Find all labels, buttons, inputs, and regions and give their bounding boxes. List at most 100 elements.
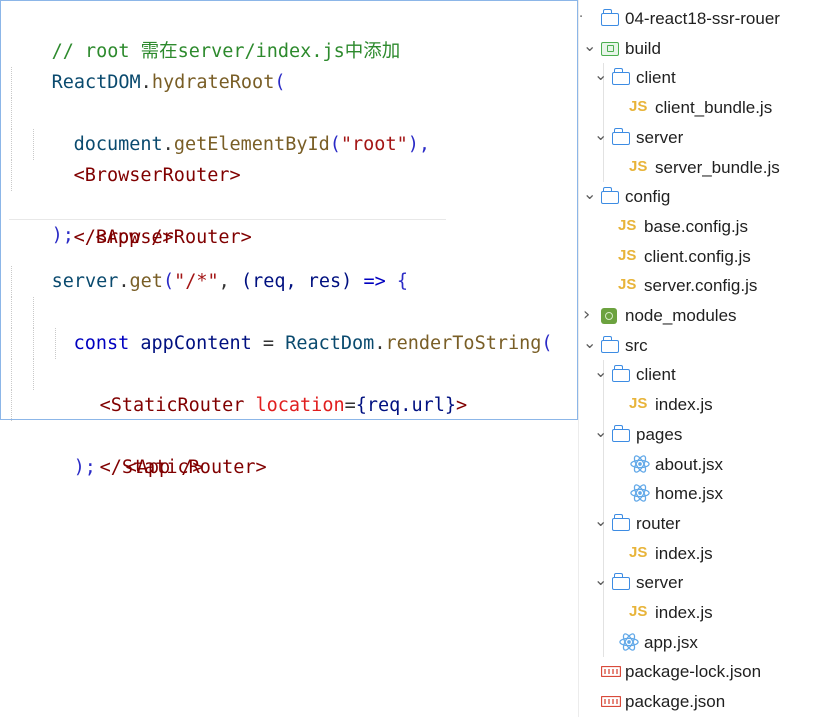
tree-item[interactable]: JS server_bundle.js	[579, 153, 840, 183]
tree-item-label: index.js	[655, 543, 713, 563]
code-token: ReactDom	[285, 333, 375, 354]
code-token: </StaticRouter>	[99, 457, 267, 478]
indent-guide	[11, 328, 12, 359]
js-file-icon: JS	[629, 98, 648, 116]
tree-item-label: index.js	[655, 395, 713, 415]
tree-item[interactable]: JS client_bundle.js	[579, 93, 840, 123]
code-token: ),	[407, 134, 430, 155]
indent-guide	[11, 160, 12, 191]
folder-icon	[601, 187, 619, 205]
tree-item-label: home.jsx	[655, 484, 724, 504]
js-file-icon: JS	[629, 395, 648, 413]
js-file-icon: JS	[618, 246, 637, 264]
indent-guide	[33, 359, 34, 390]
code-token: {req.url}	[355, 395, 456, 416]
indent-guide	[11, 129, 12, 160]
tree-item[interactable]: · 04-react18-ssr-rouer	[579, 4, 840, 34]
tree-item-label: server_bundle.js	[655, 157, 780, 177]
chevron-down-icon[interactable]: ⌄	[594, 125, 607, 144]
build-folder-icon	[601, 41, 619, 56]
react-icon	[619, 632, 639, 651]
tree-item-label: client_bundle.js	[655, 98, 773, 118]
code-token: getElementById	[173, 134, 330, 155]
code-divider	[9, 219, 446, 220]
tree-item[interactable]: app.jsx	[579, 628, 840, 658]
code-editor[interactable]: // root 需在server/index.js中添加 ReactDOM.hy…	[0, 0, 578, 478]
folder-icon	[612, 573, 630, 591]
indent-guide	[33, 328, 34, 359]
tree-item-label: config	[625, 187, 671, 207]
tree-item[interactable]: JS index.js	[579, 539, 840, 569]
tree-item[interactable]: ⌄ router	[579, 509, 840, 539]
code-token: (	[541, 333, 553, 354]
tree-item[interactable]: package-lock.json	[579, 657, 840, 687]
tree-item[interactable]: JS index.js	[579, 598, 840, 628]
tree-item-label: node_modules	[625, 306, 737, 325]
tree-item-label: server	[636, 573, 684, 593]
react-icon	[630, 484, 650, 502]
tree-item[interactable]: JS client.config.js	[579, 242, 840, 272]
code-token: >	[456, 395, 468, 416]
code-token: =	[251, 333, 286, 354]
tree-item[interactable]: about.jsx	[579, 450, 840, 480]
chevron-down-icon[interactable]: ⌄	[583, 333, 596, 352]
tree-item-label: package.json	[625, 692, 726, 712]
folder-icon	[601, 335, 619, 353]
chevron-down-icon[interactable]: ⌄	[583, 184, 596, 203]
chevron-down-icon[interactable]: ⌄	[594, 65, 607, 84]
code-line-4: <BrowserRouter>	[7, 98, 241, 186]
tree-item-label: index.js	[655, 603, 713, 622]
js-file-icon: JS	[618, 216, 637, 234]
indent-guide	[11, 359, 12, 390]
tree-item-label: server.config.js	[644, 276, 758, 296]
tree-item[interactable]: home.jsx	[579, 479, 840, 509]
tree-item-label: app.jsx	[644, 632, 698, 652]
tree-item-label: pages	[636, 424, 683, 444]
tree-item-label: client	[636, 68, 676, 88]
chevron-down-icon[interactable]: ⌄	[594, 422, 607, 441]
code-token: location	[244, 395, 345, 416]
folder-icon	[612, 424, 630, 442]
indent-guide	[55, 328, 56, 359]
js-file-icon: JS	[629, 543, 648, 561]
js-file-icon: JS	[618, 276, 637, 294]
tree-item-label: client	[636, 365, 676, 385]
code-token: =	[344, 395, 356, 416]
indent-guide	[33, 129, 34, 160]
code-token: <StaticRouter	[99, 395, 245, 416]
code-line-13: );	[7, 390, 96, 478]
js-file-icon: JS	[629, 603, 648, 620]
folder-icon	[612, 513, 630, 531]
code-line-6: </BrowserRouter>	[7, 160, 252, 248]
indent-guide	[33, 297, 34, 328]
tree-item[interactable]: ⌄ src	[579, 331, 840, 361]
chevron-right-icon[interactable]: ›	[583, 304, 590, 325]
tree-item[interactable]: ⌄ client	[579, 63, 840, 93]
chevron-down-icon[interactable]: ⌄	[583, 36, 596, 55]
tree-item[interactable]: ⌄ build	[579, 34, 840, 64]
react-icon	[630, 454, 650, 473]
json-file-icon	[601, 696, 621, 708]
code-line-9: const appContent = ReactDom.renderToStri…	[7, 266, 553, 354]
tree-item[interactable]: › node_modules	[579, 301, 840, 331]
indent-guide	[11, 266, 12, 297]
tree-item[interactable]: ⌄ pages	[579, 420, 840, 450]
code-line-3: document.getElementById("root"),	[7, 67, 430, 155]
tree-item[interactable]: JS server.config.js	[579, 271, 840, 301]
code-token: "root"	[340, 134, 408, 155]
chevron-down-icon[interactable]: ⌄	[594, 570, 607, 589]
tree-item[interactable]: ⌄ config	[579, 182, 840, 212]
tree-item[interactable]: JS base.config.js	[579, 212, 840, 242]
js-file-icon: JS	[629, 157, 648, 175]
tree-item[interactable]: JS index.js	[579, 390, 840, 420]
tree-item[interactable]: ⌄ client	[579, 360, 840, 390]
chevron-icon[interactable]: ·	[579, 10, 583, 25]
chevron-down-icon[interactable]: ⌄	[594, 362, 607, 381]
tree-item[interactable]: ⌄ server	[579, 123, 840, 153]
tree-item-label: client.config.js	[644, 246, 751, 266]
file-explorer[interactable]: · 04-react18-ssr-rouer ⌄ build ⌄ client JS clie…	[578, 0, 840, 717]
code-token: (	[329, 134, 341, 155]
tree-item[interactable]: package.json	[579, 687, 840, 717]
chevron-down-icon[interactable]: ⌄	[594, 511, 607, 530]
tree-item[interactable]: ⌄ server	[579, 568, 840, 598]
